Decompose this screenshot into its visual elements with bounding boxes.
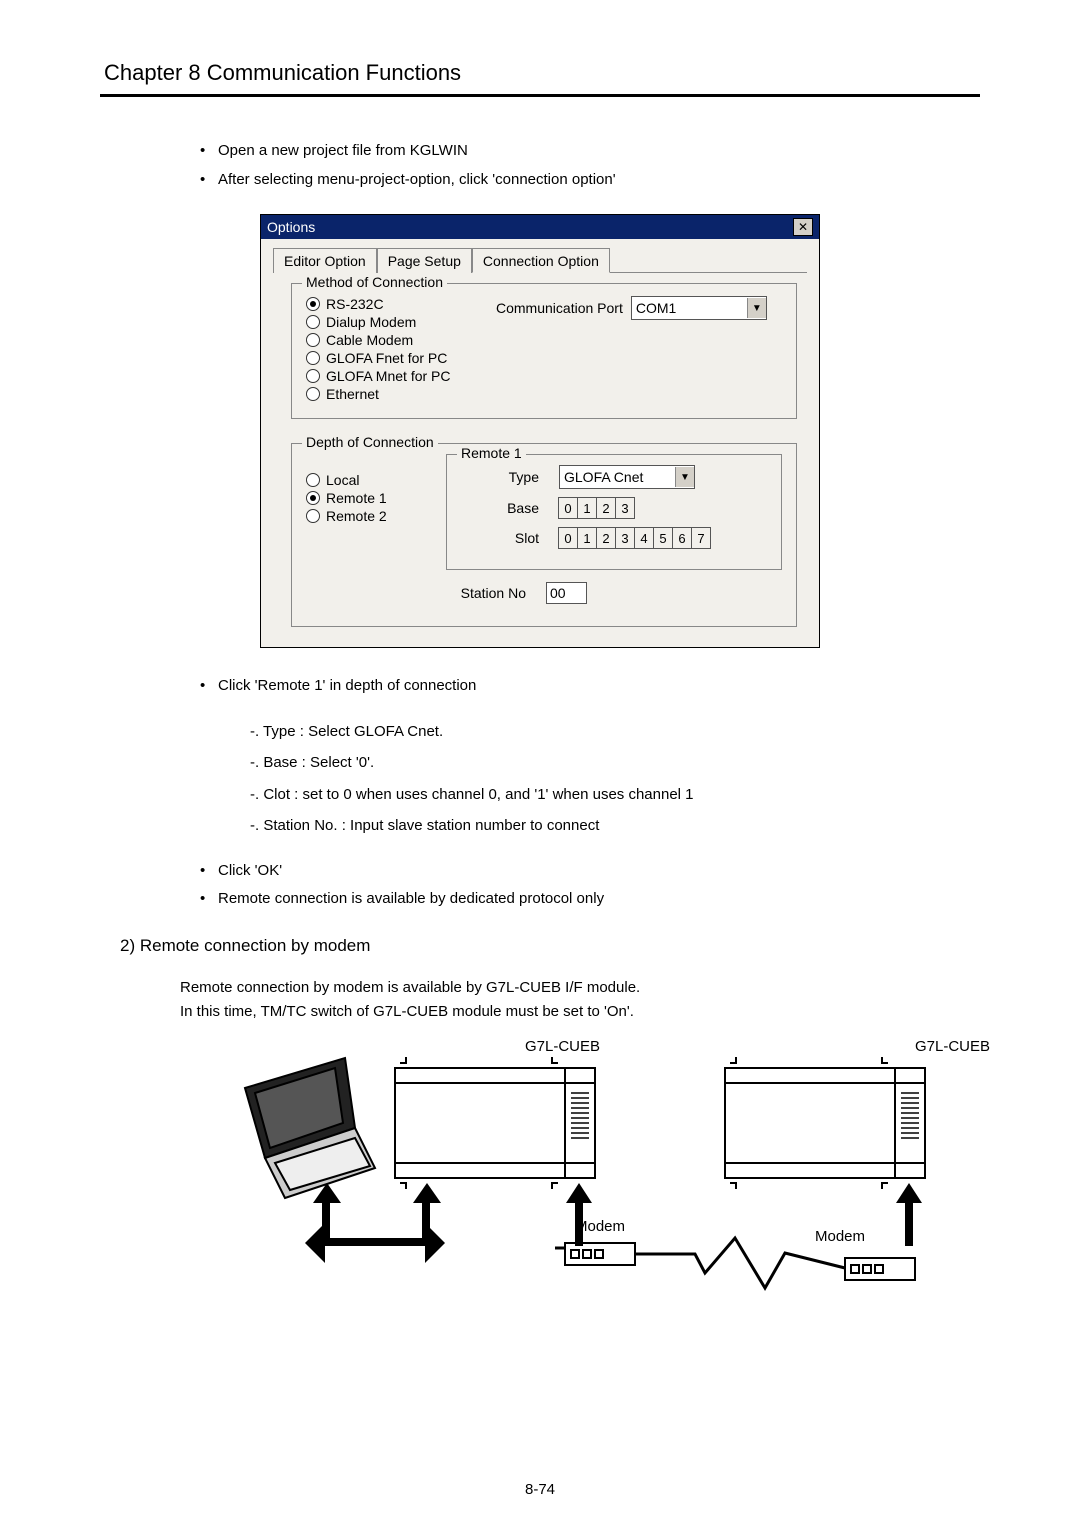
radio-label: Cable Modem <box>326 332 413 348</box>
radio-remote2[interactable]: Remote 2 <box>306 508 416 524</box>
list-item: Click 'Remote 1' in depth of connection <box>200 672 980 701</box>
list-item: -. Clot : set to 0 when uses channel 0, … <box>250 779 980 811</box>
list-item: Click 'OK' <box>200 857 980 886</box>
radio-icon <box>306 351 320 365</box>
strip-cell[interactable]: 2 <box>596 527 616 549</box>
radio-glofa-mnet[interactable]: GLOFA Mnet for PC <box>306 368 496 384</box>
list-item: Remote connection is available by dedica… <box>200 885 980 914</box>
radio-label: Remote 2 <box>326 508 387 524</box>
dialog-title: Options <box>267 219 315 235</box>
radio-icon <box>306 315 320 329</box>
post-bullet-list-2: Click 'OK' Remote connection is availabl… <box>160 857 980 914</box>
radio-label: GLOFA Fnet for PC <box>326 350 447 366</box>
connection-diagram: G7L-CUEB G7L-CUEB Modem Modem <box>225 1038 1015 1318</box>
station-no-label: Station No <box>446 585 526 601</box>
strip-cell[interactable]: 3 <box>615 497 635 519</box>
strip-cell[interactable]: 3 <box>615 527 635 549</box>
radio-icon <box>306 297 320 311</box>
tab-editor-option[interactable]: Editor Option <box>273 248 377 273</box>
select-value: GLOFA Cnet <box>564 469 643 485</box>
radio-ethernet[interactable]: Ethernet <box>306 386 496 402</box>
radio-remote1[interactable]: Remote 1 <box>306 490 416 506</box>
strip-cell[interactable]: 2 <box>596 497 616 519</box>
text-line: In this time, TM/TC switch of G7L-CUEB m… <box>180 1000 980 1024</box>
radio-rs232c[interactable]: RS-232C <box>306 296 496 312</box>
strip-cell[interactable]: 1 <box>577 527 597 549</box>
radio-icon <box>306 369 320 383</box>
strip-cell[interactable]: 1 <box>577 497 597 519</box>
radio-icon <box>306 473 320 487</box>
list-item: -. Station No. : Input slave station num… <box>250 810 980 842</box>
page: Chapter 8 Communication Functions Open a… <box>0 0 1080 1528</box>
strip-cell[interactable]: 0 <box>558 527 578 549</box>
chevron-down-icon: ▼ <box>675 467 694 487</box>
type-select[interactable]: GLOFA Cnet ▼ <box>559 465 695 489</box>
select-value: COM1 <box>636 300 676 316</box>
radio-label: RS-232C <box>326 296 384 312</box>
diagram-svg <box>225 1038 1015 1318</box>
group-legend: Remote 1 <box>457 445 526 461</box>
radio-local[interactable]: Local <box>306 472 416 488</box>
method-of-connection-group: Method of Connection RS-232C Dialup Mode… <box>291 283 797 419</box>
close-button[interactable]: ✕ <box>793 218 813 236</box>
options-dialog: Options ✕ Editor Option Page Setup Conne… <box>260 214 820 648</box>
dialog-titlebar: Options ✕ <box>261 215 819 239</box>
strip-cell[interactable]: 6 <box>672 527 692 549</box>
tab-connection-option[interactable]: Connection Option <box>472 248 610 273</box>
base-strip[interactable]: 0 1 2 3 <box>559 497 635 519</box>
list-item: -. Base : Select '0'. <box>250 747 980 779</box>
depth-of-connection-group: Depth of Connection Local Remote 1 Remot… <box>291 443 797 627</box>
list-item: -. Type : Select GLOFA Cnet. <box>250 716 980 748</box>
strip-cell[interactable]: 4 <box>634 527 654 549</box>
chapter-title: Chapter 8 Communication Functions <box>104 60 980 86</box>
radio-icon <box>306 509 320 523</box>
radio-cable-modem[interactable]: Cable Modem <box>306 332 496 348</box>
dialog-body: Editor Option Page Setup Connection Opti… <box>261 239 819 647</box>
radio-icon <box>306 387 320 401</box>
slot-strip[interactable]: 0 1 2 3 4 5 6 7 <box>559 527 711 549</box>
strip-cell[interactable]: 0 <box>558 497 578 519</box>
radio-label: Dialup Modem <box>326 314 416 330</box>
modem-paragraph: Remote connection by modem is available … <box>180 976 980 1024</box>
radio-icon <box>306 491 320 505</box>
tab-page-setup[interactable]: Page Setup <box>377 248 472 273</box>
list-item: After selecting menu-project-option, cli… <box>200 166 980 195</box>
strip-cell[interactable]: 5 <box>653 527 673 549</box>
post-bullet-list-1: Click 'Remote 1' in depth of connection <box>160 672 980 701</box>
list-item: Open a new project file from KGLWIN <box>200 137 980 166</box>
type-label: Type <box>459 469 539 485</box>
slot-label: Slot <box>459 530 539 546</box>
group-legend: Depth of Connection <box>302 434 438 450</box>
strip-cell[interactable]: 7 <box>691 527 711 549</box>
sub-list: -. Type : Select GLOFA Cnet. -. Base : S… <box>210 716 980 842</box>
group-legend: Method of Connection <box>302 274 447 290</box>
radio-label: GLOFA Mnet for PC <box>326 368 451 384</box>
tab-strip: Editor Option Page Setup Connection Opti… <box>273 247 807 273</box>
comm-port-select[interactable]: COM1 ▼ <box>631 296 767 320</box>
station-no-input[interactable]: 00 <box>546 582 587 604</box>
radio-label: Local <box>326 472 359 488</box>
comm-port-label: Communication Port <box>496 300 623 316</box>
text-line: Remote connection by modem is available … <box>180 976 980 1000</box>
radio-label: Remote 1 <box>326 490 387 506</box>
chevron-down-icon: ▼ <box>747 298 766 318</box>
base-label: Base <box>459 500 539 516</box>
title-rule <box>100 94 980 97</box>
radio-icon <box>306 333 320 347</box>
radio-dialup-modem[interactable]: Dialup Modem <box>306 314 496 330</box>
section-2-heading: 2) Remote connection by modem <box>120 936 980 956</box>
remote1-group: Remote 1 Type GLOFA Cnet ▼ Base <box>446 454 782 570</box>
radio-glofa-fnet[interactable]: GLOFA Fnet for PC <box>306 350 496 366</box>
intro-bullet-list: Open a new project file from KGLWIN Afte… <box>160 137 980 194</box>
page-number: 8-74 <box>0 1481 1080 1498</box>
radio-label: Ethernet <box>326 386 379 402</box>
